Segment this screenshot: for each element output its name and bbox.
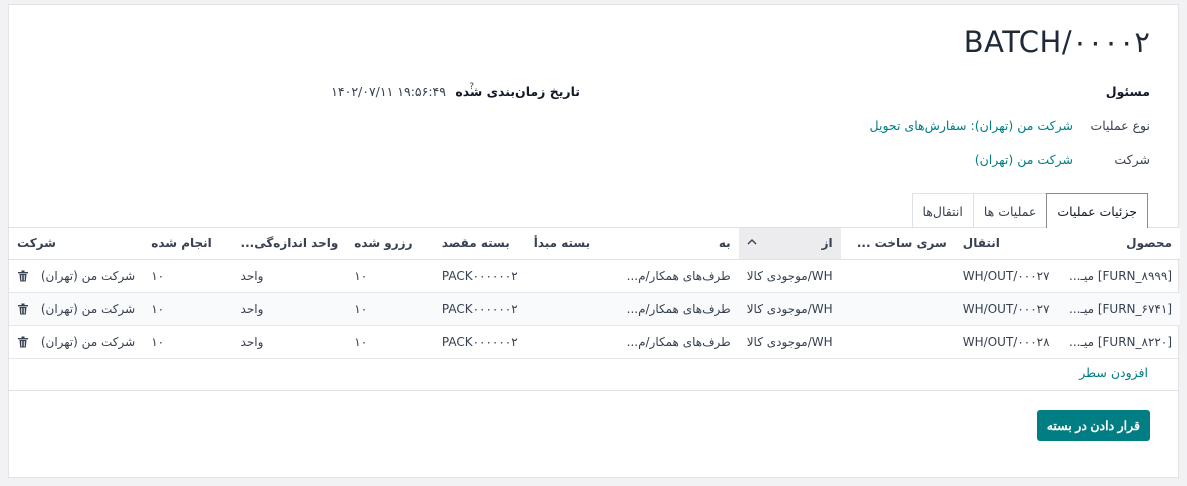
col-company[interactable]: شرکت <box>9 228 144 260</box>
company-name: شرکت من (تهران) <box>40 268 136 283</box>
cell-company[interactable]: شرکت من (تهران) <box>9 259 144 293</box>
sort-asc-icon <box>747 236 757 250</box>
tab-operations[interactable]: عملیات ها <box>972 193 1048 228</box>
cell-product[interactable]: [FURN_۸۹۹۹] میـ... <box>1061 259 1180 293</box>
cell-done[interactable]: ۱۰ <box>143 259 233 293</box>
cell-from[interactable]: WH/موجودی کالا <box>738 325 841 359</box>
table-row[interactable]: [FURN_۶۷۴۱] میـ... WH/OUT/۰۰۰۲۷ WH/موجود… <box>9 292 1180 326</box>
tab-operation-details[interactable]: جزئیات عملیات <box>1046 193 1148 228</box>
cell-to[interactable]: طرف‌های همکار/م... <box>618 259 739 293</box>
cell-from[interactable]: WH/موجودی کالا <box>738 259 841 293</box>
dest-package-ref: PACK۰۰۰۰۰۰۲ <box>441 334 518 349</box>
scheduled-date-value[interactable]: ۱۴۰۲/۰۷/۱۱ ۱۹:۵۶:۴۹ <box>331 84 446 99</box>
cell-dest-package[interactable]: PACK۰۰۰۰۰۰۲ <box>433 292 526 326</box>
trash-icon[interactable] <box>17 270 29 282</box>
operation-type-label: نوع عملیات <box>1090 118 1150 133</box>
scheduled-date-label: تاریخ زمان‌بندی شده <box>455 84 580 99</box>
move-lines-table: محصول انتقال سری ساخت ... از به بسته مبد… <box>9 228 1180 359</box>
col-reserved[interactable]: رزرو شده <box>346 228 434 260</box>
section-divider <box>9 390 1178 391</box>
help-tooltip-icon[interactable]: ? <box>469 82 474 92</box>
record-title: BATCH/۰۰۰۰۲ <box>963 25 1150 59</box>
cell-transfer[interactable]: WH/OUT/۰۰۰۲۸ <box>954 325 1062 359</box>
company-link[interactable]: شرکت من (تهران) <box>975 152 1073 167</box>
form-sheet: BATCH/۰۰۰۰۲ مسئول تاریخ زمان‌بندی شده ? … <box>8 4 1180 478</box>
col-transfer[interactable]: انتقال <box>954 228 1062 260</box>
table-row[interactable]: [FURN_۸۹۹۹] میـ... WH/OUT/۰۰۰۲۷ WH/موجود… <box>9 259 1180 293</box>
col-dest-package[interactable]: بسته مقصد <box>433 228 526 260</box>
table-row[interactable]: [FURN_۸۲۲۰] میـ... WH/OUT/۰۰۰۲۸ WH/موجود… <box>9 325 1180 359</box>
cell-source-package[interactable] <box>525 292 619 326</box>
cell-source-package[interactable] <box>525 325 619 359</box>
cell-product[interactable]: [FURN_۶۷۴۱] میـ... <box>1061 292 1180 326</box>
trash-icon[interactable] <box>17 303 29 315</box>
cell-lot[interactable] <box>840 292 955 326</box>
cell-source-package[interactable] <box>525 259 619 293</box>
col-uom[interactable]: واحد اندازه‌گی... <box>232 228 347 260</box>
company-name: شرکت من (تهران) <box>40 334 136 349</box>
cell-company[interactable]: شرکت من (تهران) <box>9 292 144 326</box>
responsible-label: مسئول <box>1105 84 1150 99</box>
cell-to[interactable]: طرف‌های همکار/م... <box>618 292 739 326</box>
company-name: شرکت من (تهران) <box>40 301 136 316</box>
cell-transfer[interactable]: WH/OUT/۰۰۰۲۷ <box>954 259 1062 293</box>
notebook-tabs: جزئیات عملیات عملیات ها انتقال‌ها <box>911 193 1148 228</box>
col-to[interactable]: به <box>618 228 739 260</box>
cell-product[interactable]: [FURN_۸۲۲۰] میـ... <box>1061 325 1180 359</box>
cell-done[interactable]: ۱۰ <box>143 325 233 359</box>
tab-transfers[interactable]: انتقال‌ها <box>911 193 974 228</box>
col-done[interactable]: انجام شده <box>143 228 233 260</box>
transfer-ref: WH/OUT/۰۰۰۲۷ <box>962 268 1050 283</box>
operation-type-link[interactable]: شرکت من (تهران): سفارش‌های تحویل <box>870 118 1074 133</box>
col-from-label: از <box>821 236 833 251</box>
col-source-package[interactable]: بسته مبدأ <box>525 228 619 260</box>
cell-company[interactable]: شرکت من (تهران) <box>9 325 144 359</box>
cell-done[interactable]: ۱۰ <box>143 292 233 326</box>
cell-reserved[interactable]: ۱۰ <box>346 325 434 359</box>
cell-uom[interactable]: واحد <box>232 325 347 359</box>
cell-transfer[interactable]: WH/OUT/۰۰۰۲۷ <box>954 292 1062 326</box>
add-line-link[interactable]: افزودن سطر <box>1079 365 1148 380</box>
transfer-ref: WH/OUT/۰۰۰۲۸ <box>962 334 1050 349</box>
cell-uom[interactable]: واحد <box>232 292 347 326</box>
dest-package-ref: PACK۰۰۰۰۰۰۲ <box>441 268 518 283</box>
cell-reserved[interactable]: ۱۰ <box>346 292 434 326</box>
company-label: شرکت <box>1114 152 1150 167</box>
col-lot[interactable]: سری ساخت ... <box>840 228 955 260</box>
trash-icon[interactable] <box>17 336 29 348</box>
cell-lot[interactable] <box>840 259 955 293</box>
col-from[interactable]: از <box>738 228 841 260</box>
dest-package-ref: PACK۰۰۰۰۰۰۲ <box>441 301 518 316</box>
col-product[interactable]: محصول <box>1061 228 1180 260</box>
cell-dest-package[interactable]: PACK۰۰۰۰۰۰۲ <box>433 325 526 359</box>
cell-to[interactable]: طرف‌های همکار/م... <box>618 325 739 359</box>
cell-from[interactable]: WH/موجودی کالا <box>738 292 841 326</box>
cell-uom[interactable]: واحد <box>232 259 347 293</box>
cell-lot[interactable] <box>840 325 955 359</box>
put-in-pack-button[interactable]: قرار دادن در بسته <box>1036 410 1150 441</box>
cell-dest-package[interactable]: PACK۰۰۰۰۰۰۲ <box>433 259 526 293</box>
cell-reserved[interactable]: ۱۰ <box>346 259 434 293</box>
transfer-ref: WH/OUT/۰۰۰۲۷ <box>962 301 1050 316</box>
